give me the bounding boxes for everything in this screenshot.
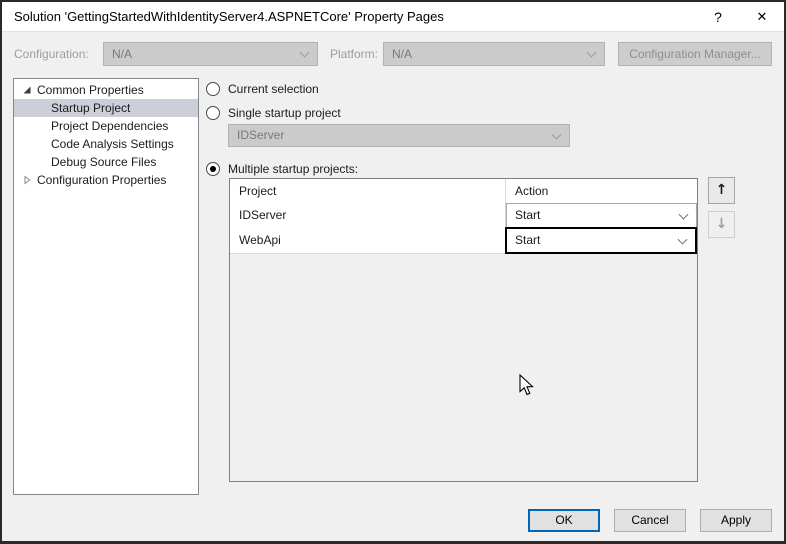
action-dropdown-idserver[interactable]: Start (506, 203, 697, 228)
tree-item-code-analysis-settings[interactable]: Code Analysis Settings (14, 135, 198, 153)
arrow-down-icon: ↓ (715, 216, 728, 232)
help-button[interactable]: ? (703, 2, 733, 32)
radio-current-selection[interactable]: Current selection (206, 81, 319, 97)
window-title: Solution 'GettingStartedWithIdentityServ… (14, 9, 444, 24)
tree-item-project-dependencies[interactable]: Project Dependencies (14, 117, 198, 135)
arrow-up-icon: ↑ (715, 182, 728, 198)
tree-item-label: Debug Source Files (51, 155, 157, 169)
tree-item-label: Configuration Properties (37, 173, 167, 187)
project-cell[interactable]: IDServer (230, 203, 506, 228)
table-header: Project Action (230, 179, 697, 204)
radio-label: Single startup project (228, 106, 341, 120)
tree-item-configuration-properties[interactable]: Configuration Properties (14, 171, 198, 189)
radio-single-startup[interactable]: Single startup project (206, 105, 341, 121)
collapsed-triangle-icon[interactable] (22, 175, 32, 185)
platform-dropdown[interactable]: N/A (383, 42, 605, 66)
tree-item-label: Startup Project (51, 101, 131, 115)
property-pages-dialog: Solution 'GettingStartedWithIdentityServ… (0, 0, 786, 544)
tree-item-label: Project Dependencies (51, 119, 169, 133)
single-project-dropdown[interactable]: IDServer (228, 124, 570, 147)
startup-projects-table: Project Action IDServer WebApi Start Sta… (229, 178, 698, 482)
move-up-button[interactable]: ↑ (708, 177, 735, 204)
radio-label: Current selection (228, 82, 319, 96)
radio-label: Multiple startup projects: (228, 162, 359, 176)
configuration-dropdown[interactable]: N/A (103, 42, 318, 66)
radio-icon[interactable] (206, 82, 220, 96)
properties-tree: Common Properties Startup Project Projec… (13, 78, 199, 495)
tree-item-startup-project[interactable]: Startup Project (14, 99, 198, 117)
titlebar: Solution 'GettingStartedWithIdentityServ… (2, 2, 784, 32)
expanded-triangle-icon[interactable] (22, 85, 32, 95)
configuration-label: Configuration: (14, 47, 89, 61)
radio-checked-icon[interactable] (206, 162, 220, 176)
tree-item-common-properties[interactable]: Common Properties (14, 81, 198, 99)
close-icon[interactable]: ✕ (747, 2, 777, 32)
radio-icon[interactable] (206, 106, 220, 120)
platform-label: Platform: (330, 47, 379, 61)
apply-button[interactable]: Apply (700, 509, 772, 532)
action-value: Start (515, 233, 541, 247)
ok-button[interactable]: OK (528, 509, 600, 532)
configuration-value: N/A (112, 47, 133, 61)
column-header-project[interactable]: Project (230, 179, 506, 203)
project-cell[interactable]: WebApi (230, 228, 506, 253)
action-value: Start (515, 208, 541, 222)
tree-item-label: Common Properties (37, 83, 144, 97)
tree-item-label: Code Analysis Settings (51, 137, 174, 151)
tree-item-debug-source-files[interactable]: Debug Source Files (14, 153, 198, 171)
move-down-button[interactable]: ↓ (708, 211, 735, 238)
configuration-manager-button[interactable]: Configuration Manager... (618, 42, 772, 66)
cancel-button[interactable]: Cancel (614, 509, 686, 532)
radio-multiple-startup[interactable]: Multiple startup projects: (206, 161, 358, 177)
column-header-action[interactable]: Action (506, 179, 697, 203)
platform-value: N/A (392, 47, 413, 61)
action-dropdown-webapi[interactable]: Start (505, 227, 697, 254)
single-project-value: IDServer (237, 128, 285, 142)
